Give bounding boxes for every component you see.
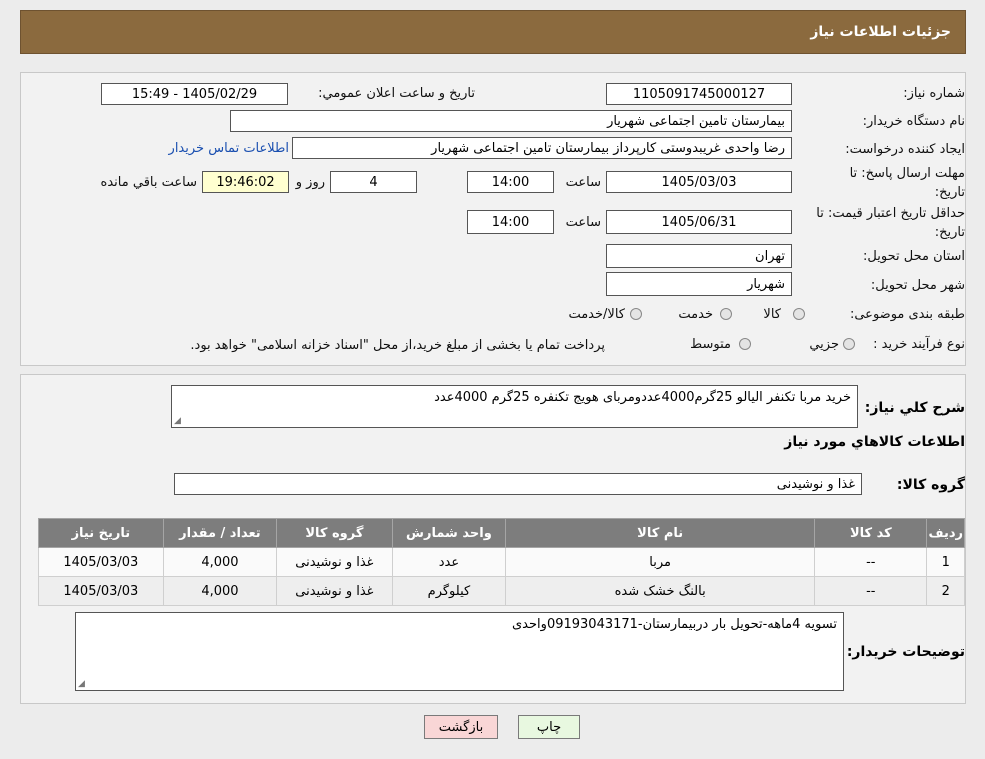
page-title: جزئیات اطلاعات نیاز — [810, 24, 951, 40]
back-button[interactable]: بازگشت — [424, 715, 498, 739]
cell-quantity: 4,000 — [162, 576, 278, 606]
category-radio-goods-service[interactable] — [630, 308, 642, 320]
resize-grip-icon[interactable]: ◢ — [78, 679, 85, 689]
buyer-org-label: نام دستگاه خريدار: — [862, 114, 965, 129]
col-header-group: گروه کالا — [276, 518, 393, 548]
creator-label: ایجاد کننده درخواست: — [845, 142, 965, 157]
buyer-notes-label: توضيحات خريدار: — [846, 644, 965, 660]
buyer-org-field: بیمارستان تامین اجتماعی شهریار — [230, 110, 792, 132]
table-header-row: رديف کد کالا نام کالا واحد شمارش گروه کا… — [38, 518, 965, 548]
category-option-goods: کالا — [763, 307, 781, 322]
cell-group: غذا و نوشیدنی — [276, 576, 393, 606]
col-header-row-no: رديف — [926, 518, 965, 548]
days-label: روز و — [295, 175, 325, 190]
deadline-date-field: 1405/03/03 — [606, 171, 792, 193]
process-radio-medium[interactable] — [739, 338, 751, 350]
cell-name: مربا — [505, 547, 816, 577]
items-table-wrapper: رديف کد کالا نام کالا واحد شمارش گروه کا… — [38, 518, 965, 606]
col-header-unit: واحد شمارش — [391, 518, 507, 548]
province-field: تهران — [606, 244, 792, 268]
province-label: استان محل تحويل: — [863, 249, 965, 264]
city-label: شهر محل تحويل: — [870, 278, 965, 293]
category-radio-service[interactable] — [720, 308, 732, 320]
items-table: رديف کد کالا نام کالا واحد شمارش گروه کا… — [38, 518, 965, 606]
process-radio-minor[interactable] — [843, 338, 855, 350]
validity-label-line1: حداقل تاريخ اعتبار قيمت: تا — [816, 206, 965, 221]
cell-row-no: 1 — [926, 547, 965, 577]
summary-textarea: خرید مربا تکنفر الیالو 25گرم4000عددومربا… — [171, 385, 858, 428]
validity-label-line2: تاريخ: — [934, 225, 965, 240]
buyer-contact-link[interactable]: اطلاعات تماس خريدار — [169, 141, 289, 156]
announce-datetime-label: تاريخ و ساعت اعلان عمومي: — [318, 86, 475, 101]
process-note: پرداخت تمام یا بخشی از مبلغ خرید،از محل … — [190, 338, 605, 353]
col-header-quantity: تعداد / مقدار — [162, 518, 278, 548]
need-number-label: شماره نیاز: — [903, 86, 965, 101]
table-row: 2 -- بالنگ خشک شده کیلوگرم غذا و نوشیدنی… — [38, 576, 965, 606]
cell-need-date: 1405/03/03 — [38, 547, 164, 577]
category-radio-goods[interactable] — [793, 308, 805, 320]
goods-group-field: غذا و نوشیدنی — [174, 473, 862, 495]
remaining-time-label: ساعت باقي مانده — [100, 175, 197, 190]
validity-time-label: ساعت — [565, 215, 601, 230]
col-header-need-date: تاريخ نياز — [38, 518, 164, 548]
remaining-time-field: 19:46:02 — [202, 171, 289, 193]
deadline-label-line2: تاريخ: — [934, 185, 965, 200]
category-option-service: خدمت — [678, 307, 713, 322]
col-header-code: کد کالا — [814, 518, 928, 548]
cell-unit: کیلوگرم — [391, 576, 507, 606]
buyer-notes-text: تسویه 4ماهه-تحویل بار دربیمارستان-091930… — [512, 617, 837, 632]
cell-code: -- — [814, 576, 928, 606]
cell-code: -- — [814, 547, 928, 577]
cell-unit: عدد — [391, 547, 507, 577]
creator-field: رضا واحدی غریبدوستی کارپرداز بیمارستان ت… — [292, 137, 792, 159]
table-row: 1 -- مربا عدد غذا و نوشیدنی 4,000 1405/0… — [38, 547, 965, 577]
deadline-time-label: ساعت — [565, 175, 601, 190]
announce-datetime-field: 1405/02/29 - 15:49 — [101, 83, 288, 105]
validity-time-field: 14:00 — [467, 210, 554, 234]
deadline-label-line1: مهلت ارسال پاسخ: تا — [849, 166, 965, 181]
cell-quantity: 4,000 — [162, 547, 278, 577]
need-number-field: 1105091745000127 — [606, 83, 792, 105]
goods-group-label: گروه کالا: — [896, 477, 965, 493]
process-label: نوع فرآيند خريد : — [873, 337, 965, 352]
remaining-days-field: 4 — [330, 171, 417, 193]
print-button[interactable]: چاپ — [518, 715, 580, 739]
cell-need-date: 1405/03/03 — [38, 576, 164, 606]
process-option-medium: متوسط — [690, 337, 731, 352]
col-header-name: نام کالا — [505, 518, 816, 548]
cell-name: بالنگ خشک شده — [505, 576, 816, 606]
summary-label: شرح کلي نياز: — [864, 400, 965, 416]
resize-grip-icon[interactable]: ◢ — [174, 416, 181, 426]
category-label: طبقه بندی موضوعی: — [849, 307, 965, 322]
goods-info-title: اطلاعات کالاهاي مورد نياز — [784, 434, 965, 450]
summary-text: خرید مربا تکنفر الیالو 25گرم4000عددومربا… — [434, 390, 851, 405]
city-field: شهریار — [606, 272, 792, 296]
category-option-goods-service: کالا/خدمت — [568, 307, 625, 322]
process-option-minor: جزيي — [809, 337, 839, 352]
cell-group: غذا و نوشیدنی — [276, 547, 393, 577]
buyer-notes-textarea: تسویه 4ماهه-تحویل بار دربیمارستان-091930… — [75, 612, 844, 691]
validity-date-field: 1405/06/31 — [606, 210, 792, 234]
page-header: جزئیات اطلاعات نیاز — [20, 10, 966, 54]
deadline-time-field: 14:00 — [467, 171, 554, 193]
cell-row-no: 2 — [926, 576, 965, 606]
